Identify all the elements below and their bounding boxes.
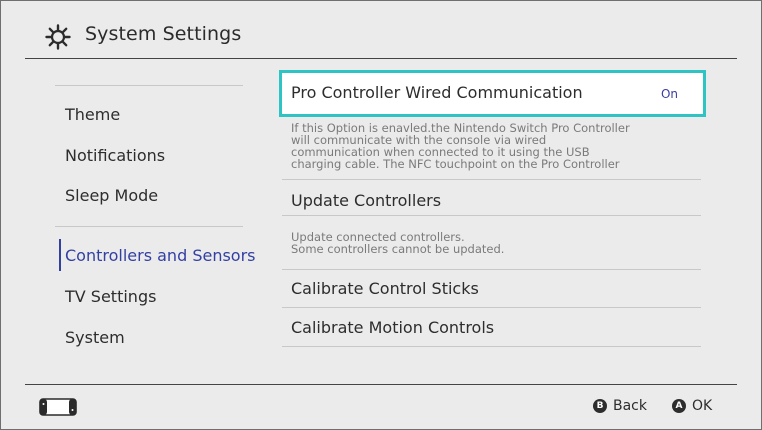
sidebar-item-controllers-and-sensors[interactable]: Controllers and Sensors <box>65 246 256 265</box>
sidebar-item-tv-settings[interactable]: TV Settings <box>65 287 156 306</box>
ok-label: OK <box>692 398 713 414</box>
page-title: System Settings <box>85 23 242 45</box>
sidebar-divider <box>55 226 243 227</box>
sidebar-item-sleep-mode[interactable]: Sleep Mode <box>65 186 158 205</box>
row-divider <box>282 215 701 216</box>
sidebar-item-notifications[interactable]: Notifications <box>65 146 165 165</box>
gear-icon <box>45 24 71 50</box>
setting-label: Update Controllers <box>291 191 442 210</box>
setting-calibrate-control-sticks[interactable]: Calibrate Control Sticks <box>282 270 701 307</box>
setting-update-controllers[interactable]: Update Controllers <box>282 180 701 214</box>
sidebar-divider <box>55 85 243 86</box>
setting-label: Pro Controller Wired Communication <box>291 83 583 102</box>
header: System Settings <box>1 1 761 57</box>
back-button[interactable]: B Back <box>593 398 647 414</box>
setting-description: Update connected controllers. Some contr… <box>291 230 505 256</box>
sidebar-item-system[interactable]: System <box>65 328 125 347</box>
setting-pro-controller-wired-communication[interactable]: Pro Controller Wired Communication On <box>279 70 706 117</box>
active-indicator <box>59 239 61 271</box>
setting-label: Calibrate Control Sticks <box>291 279 479 298</box>
sidebar-item-theme[interactable]: Theme <box>65 105 120 124</box>
footer-divider <box>25 384 737 385</box>
setting-calibrate-motion-controls[interactable]: Calibrate Motion Controls <box>282 308 701 346</box>
header-divider <box>25 58 737 59</box>
a-button-icon: A <box>672 399 686 413</box>
setting-description: If this Option is enavled.the Nintendo S… <box>291 121 630 171</box>
setting-label: Calibrate Motion Controls <box>291 318 495 337</box>
ok-button[interactable]: A OK <box>672 398 712 414</box>
settings-screen: System Settings Theme Notifications Slee… <box>0 0 762 430</box>
back-label: Back <box>613 398 647 414</box>
b-button-icon: B <box>593 399 607 413</box>
setting-value: On <box>660 87 678 101</box>
row-divider <box>282 346 701 347</box>
console-icon <box>39 398 77 416</box>
